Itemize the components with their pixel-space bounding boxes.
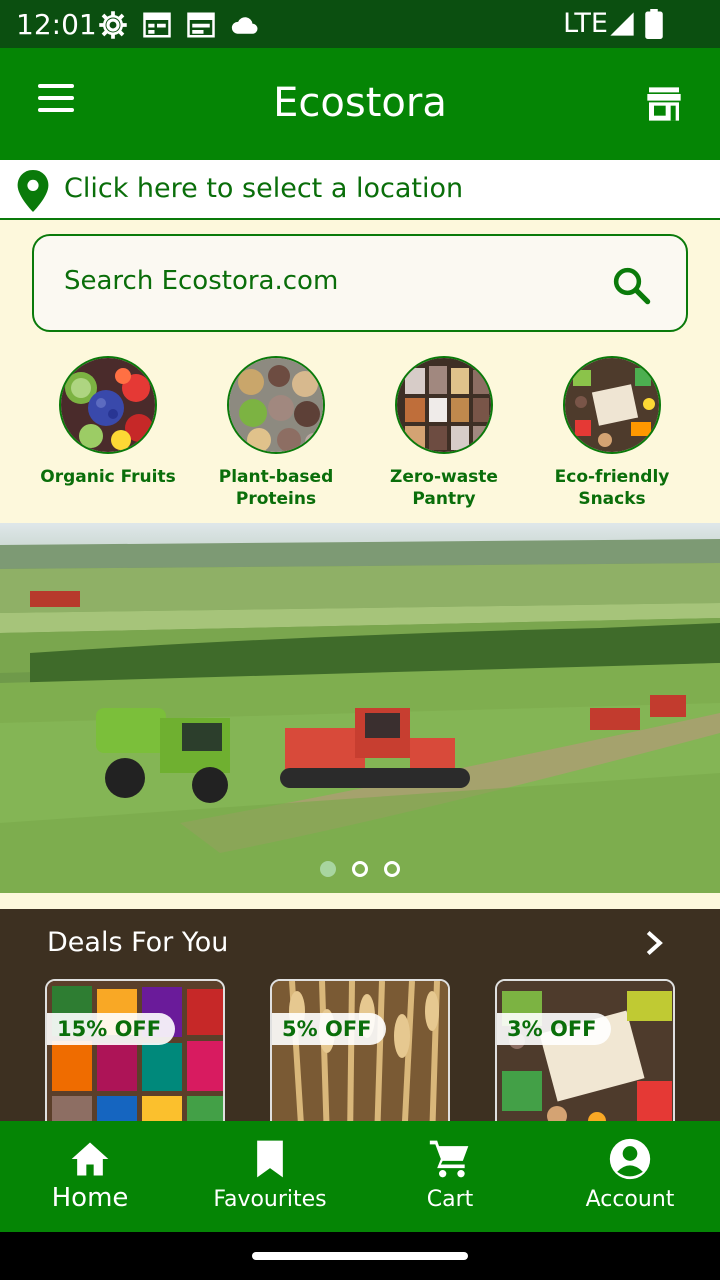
app-title: Ecostora — [273, 80, 447, 126]
home-gesture-handle[interactable] — [252, 1252, 468, 1260]
location-selector[interactable]: Click here to select a location — [0, 160, 720, 220]
promo-banner-carousel[interactable] — [0, 523, 720, 893]
location-pin-icon — [17, 170, 49, 212]
category-image — [59, 356, 157, 454]
search-input[interactable] — [64, 266, 604, 296]
battery-icon — [645, 9, 663, 39]
category-label: Eco-friendly Snacks — [554, 467, 670, 509]
discount-badge: 3% OFF — [497, 1013, 611, 1045]
search-icon[interactable] — [610, 264, 652, 306]
deals-section: Deals For You 15% OFF 5% OFF 3% OFF — [0, 909, 720, 1121]
nav-label: Cart — [426, 1187, 474, 1212]
system-navigation-bar — [0, 1232, 720, 1280]
settings-icon — [99, 11, 127, 39]
deal-card-2[interactable]: 5% OFF — [270, 979, 450, 1121]
nav-label: Home — [51, 1183, 129, 1213]
category-organic-fruits[interactable]: Organic Fruits — [24, 356, 192, 488]
cloud-icon — [231, 17, 258, 34]
category-image — [227, 356, 325, 454]
app-bar: Ecostora — [0, 48, 720, 160]
nav-label: Favourites — [213, 1187, 327, 1212]
status-notification-icons — [98, 10, 260, 40]
deal-image — [497, 981, 673, 1121]
carousel-dot-2[interactable] — [352, 861, 368, 877]
deal-card-3[interactable]: 3% OFF — [495, 979, 675, 1121]
category-label: Plant-based Proteins — [218, 467, 334, 509]
search-box[interactable] — [32, 234, 688, 332]
calendar-icon — [143, 12, 171, 38]
nav-account[interactable]: Account — [540, 1121, 720, 1232]
category-label: Zero-waste Pantry — [390, 467, 498, 509]
status-bar: 12:01 LTE — [0, 0, 720, 48]
category-label: Organic Fruits — [40, 467, 176, 487]
category-plant-based-proteins[interactable]: Plant-based Proteins — [192, 356, 360, 510]
deal-image — [272, 981, 448, 1121]
category-list: Organic Fruits Plant-based Proteins Zero… — [0, 356, 720, 520]
discount-badge: 15% OFF — [47, 1013, 176, 1045]
carousel-dot-3[interactable] — [384, 861, 400, 877]
deals-title: Deals For You — [47, 927, 229, 958]
status-time: 12:01 — [16, 8, 97, 41]
chevron-right-icon[interactable] — [640, 929, 668, 957]
network-type: LTE — [563, 8, 608, 39]
deal-image — [47, 981, 223, 1121]
category-zero-waste-pantry[interactable]: Zero-waste Pantry — [360, 356, 528, 510]
nav-cart[interactable]: Cart — [360, 1121, 540, 1232]
account-icon — [609, 1138, 651, 1180]
carousel-indicators — [0, 861, 720, 881]
farm-banner-image — [0, 523, 720, 893]
category-eco-friendly-snacks[interactable]: Eco-friendly Snacks — [528, 356, 696, 510]
bottom-navigation: Home Favourites Cart Account — [0, 1121, 720, 1232]
calendar-icon-2 — [187, 12, 215, 38]
signal-icon — [610, 12, 634, 36]
carousel-dot-1[interactable] — [320, 861, 336, 877]
home-icon — [71, 1142, 109, 1176]
discount-badge: 5% OFF — [272, 1013, 386, 1045]
nav-label: Account — [585, 1187, 675, 1212]
nav-home[interactable]: Home — [0, 1121, 180, 1232]
bookmark-icon — [257, 1140, 283, 1178]
category-image — [563, 356, 661, 454]
category-image — [395, 356, 493, 454]
store-icon[interactable] — [644, 84, 684, 124]
nav-favourites[interactable]: Favourites — [180, 1121, 360, 1232]
cart-icon — [429, 1140, 469, 1178]
location-text: Click here to select a location — [64, 173, 464, 204]
deal-card-1[interactable]: 15% OFF — [45, 979, 225, 1121]
